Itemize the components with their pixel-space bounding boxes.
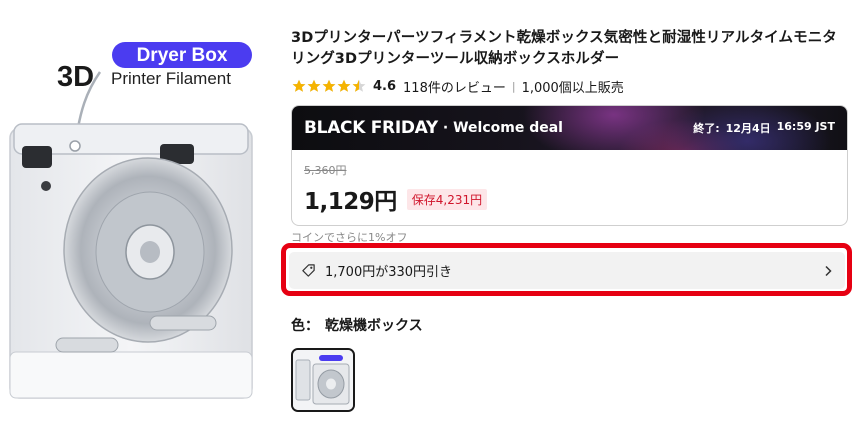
color-value: 乾燥機ボックス [325,318,423,334]
deal-end-label: 終了: [693,122,720,135]
deal-end-time: 終了: 12月4日 16:59 JST [693,120,835,136]
savings-badge: 保存4,231円 [406,188,488,210]
original-price: 5,360円 [304,164,347,177]
brand-pill-text: Dryer Box [137,45,228,66]
coupon-row[interactable]: 1,700円が330円引き [289,252,845,289]
star-rating [292,79,366,93]
star-icon [337,79,351,92]
sold-count: 1,000個以上販売 [521,80,624,96]
product-image: Dryer Box 3D Printer Filament [9,42,253,399]
deal-end-clock: 16:59 JST [776,120,835,133]
rating-separator: | [511,79,516,93]
black-friday-label: BLACK FRIDAY [304,118,438,138]
star-icon [307,79,321,92]
star-icon [322,79,336,92]
black-friday-banner: BLACK FRIDAY · Welcome deal 終了: 12月4日 16… [292,106,847,150]
star-icon [352,79,366,92]
star-icon [292,79,306,92]
welcome-deal-label: · Welcome deal [442,120,563,136]
tag-icon [302,264,315,277]
rating-row: 4.6 118件のレビュー | 1,000個以上販売 [292,76,624,96]
chevron-right-icon [825,265,832,276]
price-area: 5,360円 1,129円 保存4,231円 [292,150,847,216]
rating-value: 4.6 [373,78,397,94]
brand-3d-text: 3D [57,61,94,93]
color-label: 色： [291,318,319,334]
color-option-dryer-box[interactable] [291,348,355,412]
brand-subtitle-text: Printer Filament [111,69,231,88]
review-count-link[interactable]: 118件のレビュー [403,77,506,96]
deal-end-date: 12月4日 [725,122,771,135]
product-title: 3Dプリンターパーツフィラメント乾燥ボックス気密性と耐湿性リアルタイムモニタリン… [291,30,837,67]
color-option-thumbnail-image [293,350,353,410]
color-selection-label: 色： 乾燥機ボックス [291,315,423,335]
deal-box: BLACK FRIDAY · Welcome deal 終了: 12月4日 16… [291,105,848,226]
current-price: 1,129円 [304,189,397,215]
coupon-label: 1,700円が330円引き [325,265,453,280]
